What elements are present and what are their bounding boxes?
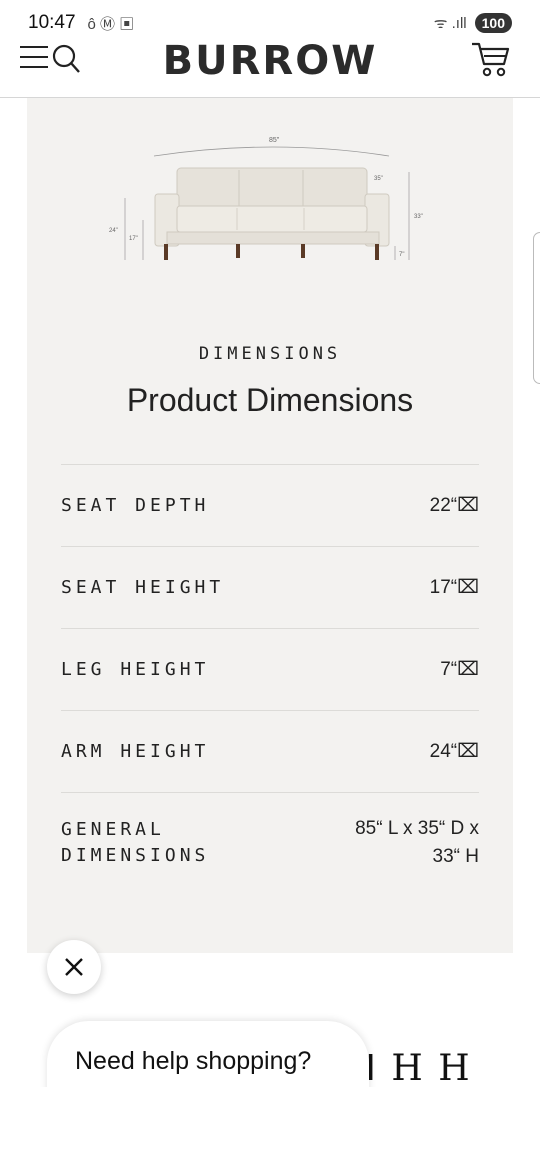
- dimension-row: GENERAL DIMENSIONS 85“ L x 35“ D x 33“ H: [61, 793, 479, 893]
- clock: 10:47: [28, 12, 76, 33]
- dimension-value: 7“⌧: [440, 658, 479, 680]
- battery-indicator: 100: [474, 13, 512, 33]
- svg-text:7": 7": [399, 252, 404, 258]
- site-header: BURROW: [0, 36, 540, 98]
- dimension-row: SEAT HEIGHT 17“⌧: [61, 547, 479, 629]
- dimension-label: ARM HEIGHT: [61, 740, 210, 762]
- dimension-label: LEG HEIGHT: [61, 658, 210, 680]
- dimension-row: LEG HEIGHT 7“⌧: [61, 629, 479, 711]
- dimensions-section: 85" 33" 35" 24" 17" 7" DIMENSIONS Produc…: [27, 98, 513, 953]
- svg-text:33": 33": [414, 214, 423, 220]
- section-eyebrow: DIMENSIONS: [198, 344, 342, 364]
- brand-mark-peek: ᒧ H H: [354, 1048, 472, 1089]
- dimension-row: SEAT DEPTH 22“⌧: [61, 465, 479, 547]
- sofa-dimension-diagram: 85" 33" 35" 24" 17" 7": [109, 137, 423, 260]
- dimension-label: SEAT HEIGHT: [61, 576, 225, 598]
- svg-text:85": 85": [269, 137, 280, 144]
- dimension-row: ARM HEIGHT 24“⌧: [61, 711, 479, 793]
- close-chat-button[interactable]: [47, 940, 101, 994]
- close-icon: [65, 958, 83, 976]
- dimensions-list: SEAT DEPTH 22“⌧ SEAT HEIGHT 17“⌧ LEG HEI…: [61, 464, 479, 893]
- signal-icon: ᯤ .ıll: [433, 15, 467, 32]
- dimension-label: GENERAL DIMENSIONS: [61, 819, 210, 866]
- cart-button[interactable]: [470, 40, 510, 78]
- svg-text:24": 24": [109, 228, 118, 234]
- side-scroll-handle[interactable]: [533, 232, 540, 384]
- help-text: Need help shopping?: [75, 1047, 312, 1075]
- bottom-blank-area: [0, 1087, 540, 1170]
- dimension-value: 85“ L x 35“ D x 33“ H: [355, 818, 479, 867]
- dimension-label: SEAT DEPTH: [61, 494, 210, 516]
- notification-icons: ô Ⓜ ▣: [87, 15, 135, 33]
- cart-icon: [472, 42, 510, 77]
- dimension-value: 24“⌧: [429, 740, 479, 762]
- dimension-value: 22“⌧: [429, 494, 479, 516]
- burrow-logo[interactable]: BURROW: [0, 38, 540, 84]
- section-title: Product Dimensions: [126, 382, 414, 418]
- dimension-value: 17“⌧: [429, 576, 479, 598]
- svg-text:35": 35": [374, 176, 383, 182]
- svg-text:17": 17": [129, 236, 138, 242]
